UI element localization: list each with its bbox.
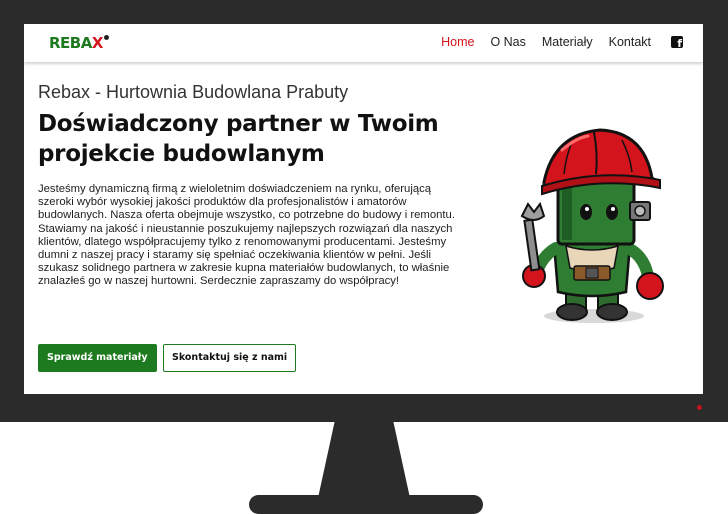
mascot-buckle bbox=[585, 267, 599, 279]
mascot-right-boot bbox=[596, 303, 628, 321]
facebook-icon[interactable] bbox=[671, 36, 683, 50]
mascot-right-eye bbox=[606, 204, 618, 220]
mascot-right-arm bbox=[622, 242, 654, 282]
hero-subtitle: Rebax - Hurtownia Budowlana Prabuty bbox=[38, 82, 349, 102]
mascot-left-eye bbox=[580, 204, 592, 220]
mascot-wrench-handle bbox=[523, 218, 541, 272]
hero-headline: Doświadczony partner w Twoim projekcie b… bbox=[38, 111, 439, 167]
nav-links: Home O Nas Materiały Kontakt bbox=[425, 35, 683, 50]
nav-link-materialy[interactable]: Materiały bbox=[542, 35, 593, 49]
monitor-stand-neck bbox=[318, 422, 410, 498]
contact-us-button[interactable]: Skontaktuj się z nami bbox=[163, 344, 297, 372]
power-led bbox=[697, 405, 702, 410]
check-materials-button[interactable]: Sprawdź materiały bbox=[38, 344, 157, 372]
mascot-head-shade bbox=[562, 182, 572, 240]
mascot-illustration bbox=[520, 128, 664, 323]
logo-accent: X bbox=[91, 34, 104, 52]
nav-link-home[interactable]: Home bbox=[441, 35, 474, 49]
logo[interactable]: REBAX bbox=[49, 34, 109, 52]
monitor-frame: REBAX Home O Nas Materiały Kontakt Rebax… bbox=[0, 0, 728, 422]
navbar: REBAX Home O Nas Materiały Kontakt bbox=[24, 24, 703, 62]
logo-text: REBA bbox=[49, 34, 92, 52]
mascot-left-boot bbox=[556, 303, 588, 321]
nav-link-o-nas[interactable]: O Nas bbox=[490, 35, 525, 49]
logo-dot bbox=[103, 35, 109, 40]
monitor-stand-base bbox=[249, 495, 483, 514]
mascot-wrench-head bbox=[520, 201, 546, 221]
website-screen: REBAX Home O Nas Materiały Kontakt Rebax… bbox=[24, 24, 703, 394]
mascot-right-glove bbox=[636, 272, 664, 300]
nav-link-kontakt[interactable]: Kontakt bbox=[609, 35, 651, 49]
hero-description: Jesteśmy dynamiczną firmą z wieloletnim … bbox=[38, 183, 455, 288]
